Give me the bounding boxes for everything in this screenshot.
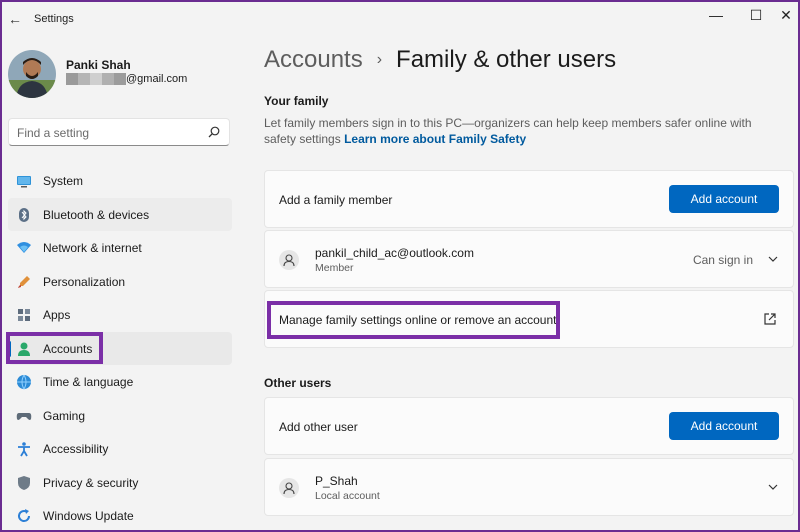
- other-user-name: P_Shah: [315, 474, 358, 488]
- breadcrumb-parent[interactable]: Accounts: [264, 46, 363, 73]
- breadcrumb: Accounts › Family & other users: [264, 46, 616, 74]
- network-icon: [17, 242, 31, 253]
- sidebar-item-label: System: [43, 174, 84, 188]
- sidebar-item-windows-update[interactable]: Windows Update: [8, 499, 232, 532]
- user-avatar-icon: [279, 250, 299, 270]
- add-other-user-label: Add other user: [279, 420, 358, 434]
- sidebar-item-accessibility[interactable]: Accessibility: [8, 432, 232, 466]
- profile-email-suffix: @gmail.com: [126, 73, 188, 85]
- family-member-role: Member: [315, 262, 354, 274]
- sidebar-item-label: Gaming: [43, 408, 86, 423]
- sidebar-item-apps[interactable]: Apps: [8, 298, 232, 332]
- other-users-heading: Other users: [264, 376, 332, 390]
- accessibility-icon: [18, 442, 30, 457]
- sidebar-item-label: Time & language: [43, 375, 134, 389]
- accounts-highlight-box: [6, 332, 103, 364]
- sidebar-item-gaming[interactable]: Gaming: [8, 399, 232, 433]
- profile-name: Panki Shah: [66, 58, 131, 72]
- time-language-icon: [17, 374, 31, 390]
- sidebar-item-privacy[interactable]: Privacy & security: [8, 466, 232, 500]
- privacy-shield-icon: [18, 475, 30, 490]
- sign-in-status: Can sign in: [692, 253, 753, 267]
- sidebar-item-label: Privacy & security: [43, 475, 139, 490]
- other-user-card[interactable]: P_Shah Local account: [264, 458, 794, 516]
- profile-email: @gmail.com: [66, 73, 188, 86]
- apps-icon: [18, 309, 30, 321]
- windows-update-icon: [18, 509, 31, 522]
- page-title: Family & other users: [396, 46, 617, 73]
- add-family-member-card: Add a family member Add account: [264, 170, 794, 228]
- sidebar-item-label: Accessibility: [43, 442, 109, 456]
- chevron-down-icon[interactable]: [767, 481, 779, 493]
- external-link-icon: [764, 313, 776, 325]
- chevron-down-icon[interactable]: [767, 253, 779, 265]
- sidebar-item-system[interactable]: System: [8, 164, 232, 198]
- sidebar-item-personalization[interactable]: Personalization: [8, 265, 232, 299]
- sidebar-item-label: Network & internet: [43, 241, 142, 255]
- manage-highlight-box: [267, 301, 560, 339]
- family-member-email: pankil_child_ac@outlook.com: [315, 246, 474, 260]
- add-other-user-card: Add other user Add account: [264, 397, 794, 455]
- other-user-type: Local account: [315, 490, 380, 502]
- sidebar-item-label: Apps: [43, 308, 71, 322]
- gaming-icon: [16, 412, 32, 420]
- search-icon: [208, 126, 220, 138]
- sidebar-item-bluetooth[interactable]: Bluetooth & devices: [8, 197, 232, 231]
- your-family-heading: Your family: [264, 94, 329, 108]
- maximize-button[interactable]: ☐: [742, 5, 770, 25]
- minimize-button[interactable]: —: [702, 5, 730, 25]
- family-description: Let family members sign in to this PC—or…: [264, 115, 784, 147]
- app-title: Settings: [34, 13, 74, 25]
- sidebar-item-label: Personalization: [43, 274, 126, 289]
- bluetooth-icon: [19, 207, 29, 222]
- sidebar-item-network[interactable]: Network & internet: [8, 231, 232, 265]
- sidebar-item-time-language[interactable]: Time & language: [8, 365, 232, 399]
- breadcrumb-separator: ›: [376, 51, 383, 68]
- add-family-member-label: Add a family member: [279, 193, 393, 207]
- email-redaction: [66, 73, 126, 86]
- search-placeholder: Find a setting: [17, 126, 90, 140]
- search-input[interactable]: Find a setting: [8, 118, 230, 146]
- learn-more-family-safety-link[interactable]: Learn more about Family Safety: [344, 132, 526, 146]
- avatar: [8, 50, 56, 98]
- add-family-account-button[interactable]: Add account: [669, 185, 779, 213]
- user-avatar-icon: [279, 478, 299, 498]
- title-bar: ← Settings — ☐ ✕: [2, 2, 798, 36]
- personalization-icon: [18, 275, 30, 288]
- sidebar-item-label: Windows Update: [43, 509, 134, 523]
- system-icon: [17, 176, 31, 188]
- family-member-card[interactable]: pankil_child_ac@outlook.com Member Can s…: [264, 230, 794, 288]
- back-button[interactable]: ←: [6, 10, 24, 28]
- add-other-account-button[interactable]: Add account: [669, 412, 779, 440]
- sidebar-item-label: Bluetooth & devices: [43, 207, 150, 222]
- close-button[interactable]: ✕: [772, 5, 800, 25]
